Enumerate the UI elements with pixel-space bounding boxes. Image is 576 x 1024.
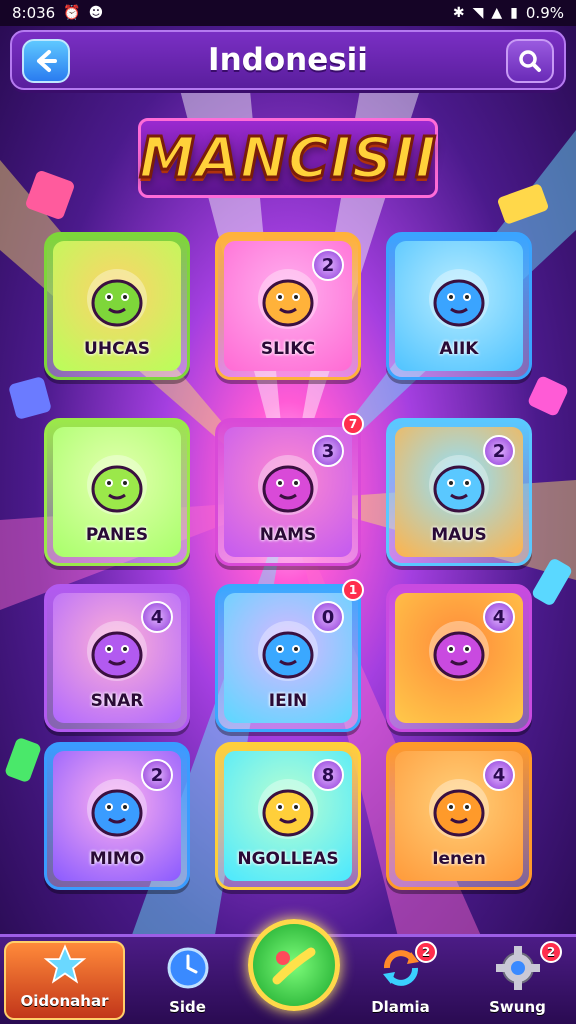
- level-card-art: IEIN 0: [224, 593, 352, 723]
- wifi-icon: ◥: [472, 5, 484, 21]
- level-card-badge: 0: [312, 601, 344, 633]
- arrow-left-icon: [37, 50, 57, 72]
- level-card-badge: 2: [483, 435, 515, 467]
- level-card-art: MIMO 2: [53, 751, 181, 881]
- nav-label-side: Side: [169, 998, 206, 1016]
- level-card[interactable]: AIIK: [386, 232, 532, 380]
- nav-item-clans[interactable]: Dlamia 2: [342, 937, 459, 1024]
- level-card-art: MAUS 2: [395, 427, 523, 557]
- level-card[interactable]: SLIKC 2: [215, 232, 361, 380]
- level-card-label: Ienen: [432, 849, 486, 869]
- level-card[interactable]: MIMO 2: [44, 742, 190, 890]
- level-card-label: SLIKC: [260, 339, 316, 359]
- play-icon: [272, 947, 316, 985]
- level-card-badge: 2: [312, 249, 344, 281]
- header-bar: Indonesii: [10, 30, 566, 90]
- level-card-art: Ienen 4: [395, 751, 523, 881]
- level-card-badge: 4: [141, 601, 173, 633]
- level-card-badge: 4: [483, 759, 515, 791]
- nav-item-home[interactable]: Oidonahar: [4, 941, 125, 1020]
- level-card-art: PANES: [53, 427, 181, 557]
- bottom-nav: Oidonahar Side Dlamia 2 Swung 2: [0, 919, 576, 1024]
- level-card-art: SNAR 4: [53, 593, 181, 723]
- clock-time: 8:036: [12, 4, 56, 22]
- nav-label-settings: Swung: [489, 998, 546, 1016]
- level-card[interactable]: NAMS 3 7: [215, 413, 364, 566]
- level-card-label: AIIK: [439, 339, 479, 359]
- level-card-label: NGOLLEAS: [237, 849, 339, 869]
- level-card[interactable]: SNAR 4: [44, 584, 190, 732]
- gear-icon: [495, 946, 540, 990]
- search-button[interactable]: [506, 39, 554, 83]
- level-card[interactable]: NGOLLEAS 8: [215, 742, 361, 890]
- page-title: Indonesii: [208, 42, 368, 78]
- game-logo: MANCISII: [138, 118, 438, 198]
- level-card[interactable]: MAUS 2: [386, 418, 532, 566]
- notification-icon: ☻: [88, 5, 104, 21]
- level-card[interactable]: 4: [386, 584, 532, 732]
- level-card-badge: 3: [312, 435, 344, 467]
- search-icon: [519, 50, 541, 72]
- level-card-art: 4: [395, 593, 523, 723]
- level-card-label: UHCAS: [84, 339, 150, 359]
- nav-center: [246, 919, 342, 1024]
- level-grid: UHCAS SLIKC 2 AIIK PANES NAMS 3 7 MAUS 2 SNAR 4 IEIN…: [44, 232, 534, 892]
- level-card[interactable]: PANES: [44, 418, 190, 566]
- level-card-label: IEIN: [268, 691, 308, 711]
- nav-item-side[interactable]: Side: [129, 937, 246, 1024]
- level-card-art: AIIK: [395, 241, 523, 371]
- level-card-label: MAUS: [431, 525, 487, 545]
- nav-label-clans: Dlamia: [371, 998, 430, 1016]
- level-card-label: MIMO: [89, 849, 145, 869]
- level-card[interactable]: IEIN 0 1: [215, 579, 364, 732]
- status-bar: 8:036 ⏰ ☻ ✱ ◥ ▲ ▮ 0.9%: [0, 0, 576, 26]
- level-card-art: SLIKC 2: [224, 241, 352, 371]
- nav-item-settings[interactable]: Swung 2: [459, 937, 576, 1024]
- back-button[interactable]: [22, 39, 70, 83]
- level-card-label: PANES: [85, 525, 149, 545]
- level-card-badge: 2: [141, 759, 173, 791]
- clans-notification-badge: 2: [415, 941, 437, 963]
- level-card-badge: 4: [483, 601, 515, 633]
- clock-icon: [167, 947, 208, 989]
- level-card-art: NGOLLEAS 8: [224, 751, 352, 881]
- battery-icon: ▮: [510, 5, 518, 21]
- level-card-art: UHCAS: [53, 241, 181, 371]
- level-card[interactable]: UHCAS: [44, 232, 190, 380]
- alarm-icon: ⏰: [63, 5, 81, 21]
- level-card-badge: 8: [312, 759, 344, 791]
- nav-label-home: Oidonahar: [20, 992, 109, 1010]
- level-card[interactable]: Ienen 4: [386, 742, 532, 890]
- level-card-label: NAMS: [259, 525, 317, 545]
- battery-percent: 0.9%: [525, 4, 564, 22]
- play-button[interactable]: [248, 919, 340, 1011]
- signal-icon: ▲: [491, 5, 503, 21]
- level-card-art: NAMS 3: [224, 427, 352, 557]
- level-card-notification: 1: [342, 579, 364, 601]
- level-card-notification: 7: [342, 413, 364, 435]
- star-icon: [43, 944, 86, 984]
- level-card-label: SNAR: [90, 691, 144, 711]
- bluetooth-icon: ✱: [452, 5, 465, 21]
- settings-notification-badge: 2: [540, 941, 562, 963]
